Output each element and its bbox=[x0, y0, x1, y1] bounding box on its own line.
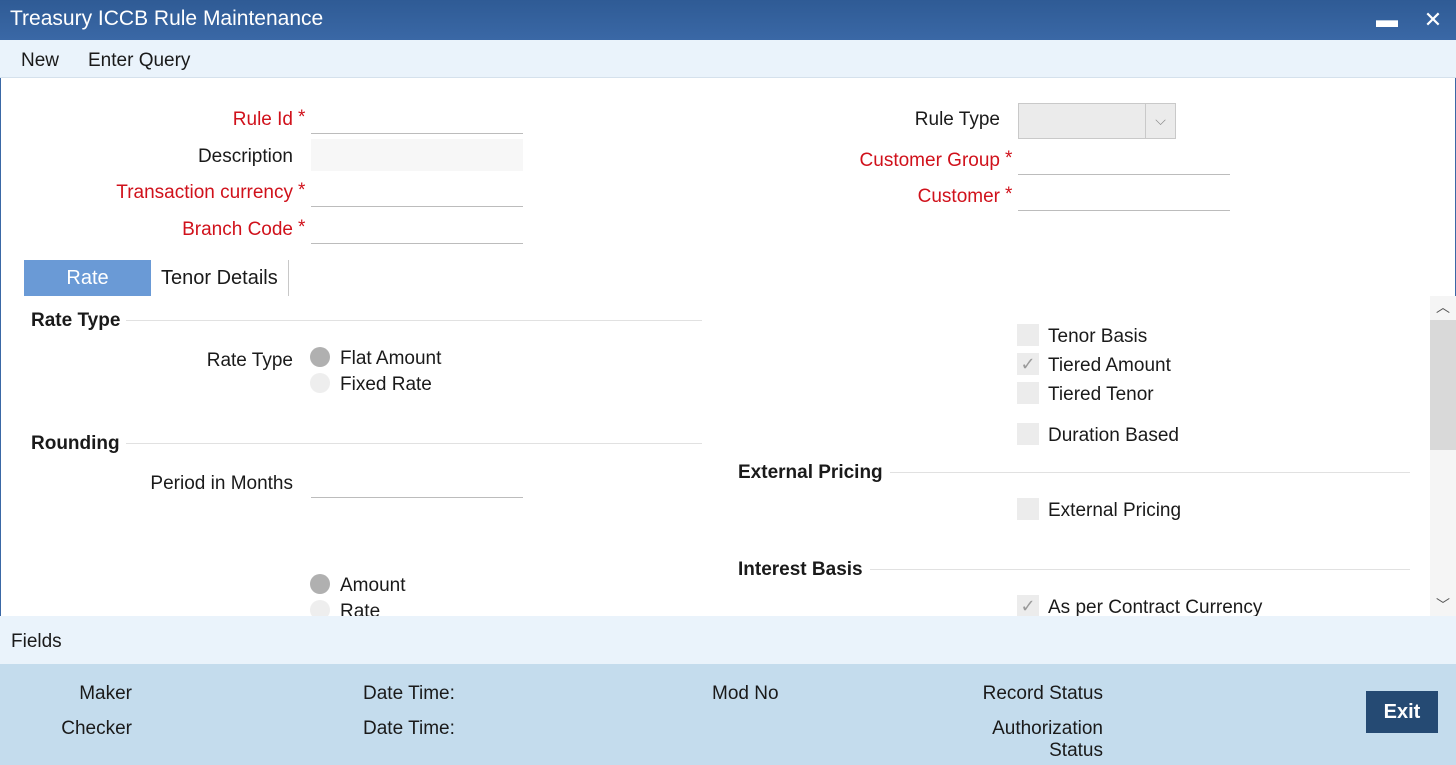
exit-button[interactable]: Exit bbox=[1366, 691, 1438, 733]
tenor-basis-label: Tenor Basis bbox=[1048, 326, 1148, 347]
external-pricing-label: External Pricing bbox=[1048, 500, 1182, 521]
scroll-down-icon[interactable]: ﹀ bbox=[1430, 594, 1456, 616]
external-pricing-section-title: External Pricing bbox=[738, 462, 883, 483]
required-icon: * bbox=[1005, 184, 1013, 205]
menu-enter-query[interactable]: Enter Query bbox=[88, 50, 190, 72]
transaction-currency-label: Transaction currency bbox=[116, 182, 293, 203]
rule-type-label: Rule Type bbox=[914, 109, 1000, 130]
as-per-contract-currency-label: As per Contract Currency bbox=[1048, 597, 1263, 616]
section-divider bbox=[870, 569, 1410, 570]
duration-based-checkbox[interactable] bbox=[1017, 423, 1039, 445]
window-title: Treasury ICCB Rule Maintenance bbox=[10, 7, 324, 30]
close-icon[interactable]: ✕ bbox=[1418, 4, 1448, 36]
period-in-months-label: Period in Months bbox=[150, 473, 293, 494]
description-label: Description bbox=[197, 146, 293, 167]
required-icon: * bbox=[298, 180, 306, 201]
required-icon: * bbox=[298, 217, 306, 238]
customer-group-label: Customer Group bbox=[859, 150, 1000, 171]
rate-type-section-title: Rate Type bbox=[31, 310, 121, 331]
tab-rate-details[interactable]: Rate Details bbox=[24, 260, 151, 325]
authorization-status-label: Status bbox=[1049, 740, 1103, 761]
as-per-contract-currency-checkbox[interactable]: ✓ bbox=[1017, 595, 1039, 616]
maker-date-time-label: Date Time: bbox=[363, 683, 455, 704]
tenor-basis-checkbox[interactable] bbox=[1017, 324, 1039, 346]
external-pricing-checkbox[interactable] bbox=[1017, 498, 1039, 520]
rate-label: Rate bbox=[340, 601, 381, 616]
rounding-section-title: Rounding bbox=[31, 433, 120, 454]
interest-basis-section-title: Interest Basis bbox=[738, 559, 863, 580]
period-in-months-input[interactable] bbox=[311, 464, 523, 498]
authorization-label: Authorization bbox=[992, 718, 1103, 739]
vertical-scrollbar[interactable]: ︿ ﹀ bbox=[1430, 296, 1456, 616]
required-icon: * bbox=[298, 107, 306, 128]
record-status-label: Record Status bbox=[982, 683, 1103, 704]
scroll-up-icon[interactable]: ︿ bbox=[1430, 296, 1456, 318]
transaction-currency-input[interactable] bbox=[311, 173, 523, 207]
fields-link[interactable]: Fields bbox=[11, 631, 62, 653]
checker-label: Checker bbox=[61, 718, 132, 739]
fields-bar: Fields bbox=[0, 616, 1456, 664]
title-bar: Treasury ICCB Rule Maintenance ▬ ✕ bbox=[0, 0, 1456, 40]
scrollbar-thumb[interactable] bbox=[1430, 320, 1456, 450]
tiered-amount-checkbox[interactable]: ✓ bbox=[1017, 353, 1039, 375]
branch-code-input[interactable] bbox=[311, 210, 523, 244]
amount-label: Amount bbox=[340, 575, 406, 596]
minimize-icon[interactable]: ▬ bbox=[1372, 4, 1402, 36]
branch-code-label: Branch Code bbox=[182, 219, 293, 240]
required-icon: * bbox=[1005, 148, 1013, 169]
rate-type-label: Rate Type bbox=[206, 350, 293, 371]
duration-based-label: Duration Based bbox=[1048, 425, 1179, 446]
menu-new[interactable]: New bbox=[21, 50, 59, 72]
tab-tenor-details[interactable]: Tenor Details bbox=[151, 260, 289, 296]
section-divider bbox=[126, 443, 702, 444]
flat-amount-label: Flat Amount bbox=[340, 348, 442, 369]
maker-label: Maker bbox=[79, 683, 132, 704]
rate-radio[interactable] bbox=[310, 600, 330, 616]
flat-amount-radio[interactable] bbox=[310, 347, 330, 367]
tiered-amount-label: Tiered Amount bbox=[1048, 355, 1171, 376]
audit-footer: Maker Checker Date Time: Date Time: Mod … bbox=[0, 664, 1456, 765]
rate-details-panel: Rate Type Rate Type Flat Amount Fixed Ra… bbox=[0, 296, 1456, 616]
rule-id-input[interactable] bbox=[311, 100, 523, 134]
checker-date-time-label: Date Time: bbox=[363, 718, 455, 739]
menu-bar: New Enter Query bbox=[0, 40, 1456, 78]
customer-group-input[interactable] bbox=[1018, 141, 1230, 175]
rule-type-select[interactable]: ⌵ bbox=[1018, 103, 1176, 139]
section-divider bbox=[126, 320, 702, 321]
mod-no-label: Mod No bbox=[712, 683, 779, 704]
description-input[interactable] bbox=[311, 139, 523, 171]
section-divider bbox=[890, 472, 1410, 473]
tiered-tenor-label: Tiered Tenor bbox=[1048, 384, 1154, 405]
tiered-tenor-checkbox[interactable] bbox=[1017, 382, 1039, 404]
fixed-rate-radio[interactable] bbox=[310, 373, 330, 393]
customer-label: Customer bbox=[917, 186, 1000, 207]
amount-radio[interactable] bbox=[310, 574, 330, 594]
rule-id-label: Rule Id bbox=[232, 109, 293, 130]
chevron-down-icon[interactable]: ⌵ bbox=[1145, 104, 1175, 138]
fixed-rate-label: Fixed Rate bbox=[340, 374, 432, 395]
customer-input[interactable] bbox=[1018, 177, 1230, 211]
